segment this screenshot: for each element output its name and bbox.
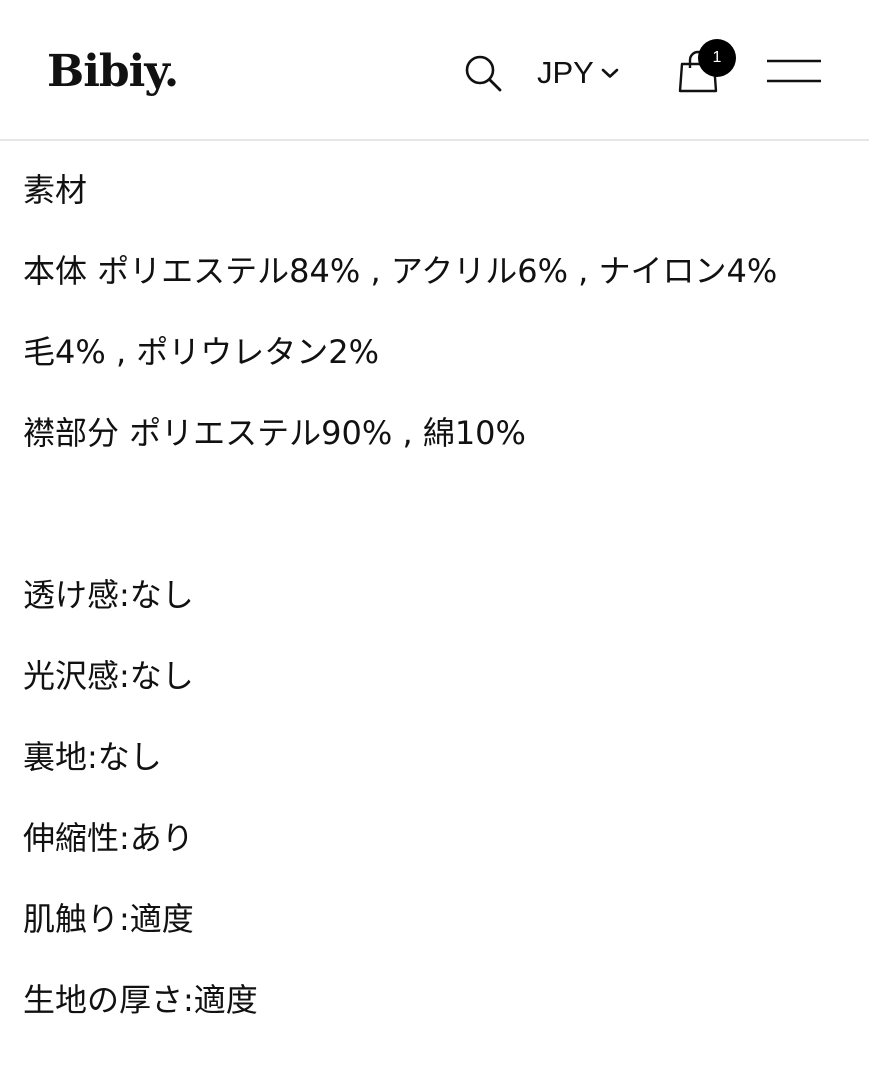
site-header: Bibiy. JPY 1 <box>0 0 869 141</box>
currency-selector[interactable]: JPY <box>537 50 620 96</box>
page: Bibiy. JPY 1 素材 本体 ポリエステル84% , アクリル6% , … <box>0 0 869 1080</box>
spec-thickness: 生地の厚さ:適度 <box>23 981 258 1019</box>
hamburger-menu-icon <box>767 59 821 83</box>
material-body-line-1: 本体 ポリエステル84% , アクリル6% , ナイロン4% <box>23 252 778 290</box>
spec-stretch: 伸縮性:あり <box>23 819 194 857</box>
material-body-line-2: 毛4% , ポリウレタン2% <box>23 333 380 371</box>
spec-gloss: 光沢感:なし <box>23 657 194 695</box>
material-heading: 素材 <box>23 171 88 209</box>
search-button[interactable] <box>462 52 504 94</box>
search-icon <box>465 55 502 92</box>
spec-lining: 裏地:なし <box>23 738 162 776</box>
material-collar-line: 襟部分 ポリエステル90% , 綿10% <box>23 414 526 452</box>
currency-label: JPY <box>537 55 594 90</box>
chevron-down-icon <box>601 68 619 78</box>
spec-texture: 肌触り:適度 <box>23 900 194 938</box>
cart-count-badge: 1 <box>698 39 736 77</box>
site-logo[interactable]: Bibiy. <box>47 40 179 104</box>
menu-button[interactable] <box>765 52 823 92</box>
spec-transparency: 透け感:なし <box>23 576 194 614</box>
cart-button[interactable]: 1 <box>676 36 740 98</box>
